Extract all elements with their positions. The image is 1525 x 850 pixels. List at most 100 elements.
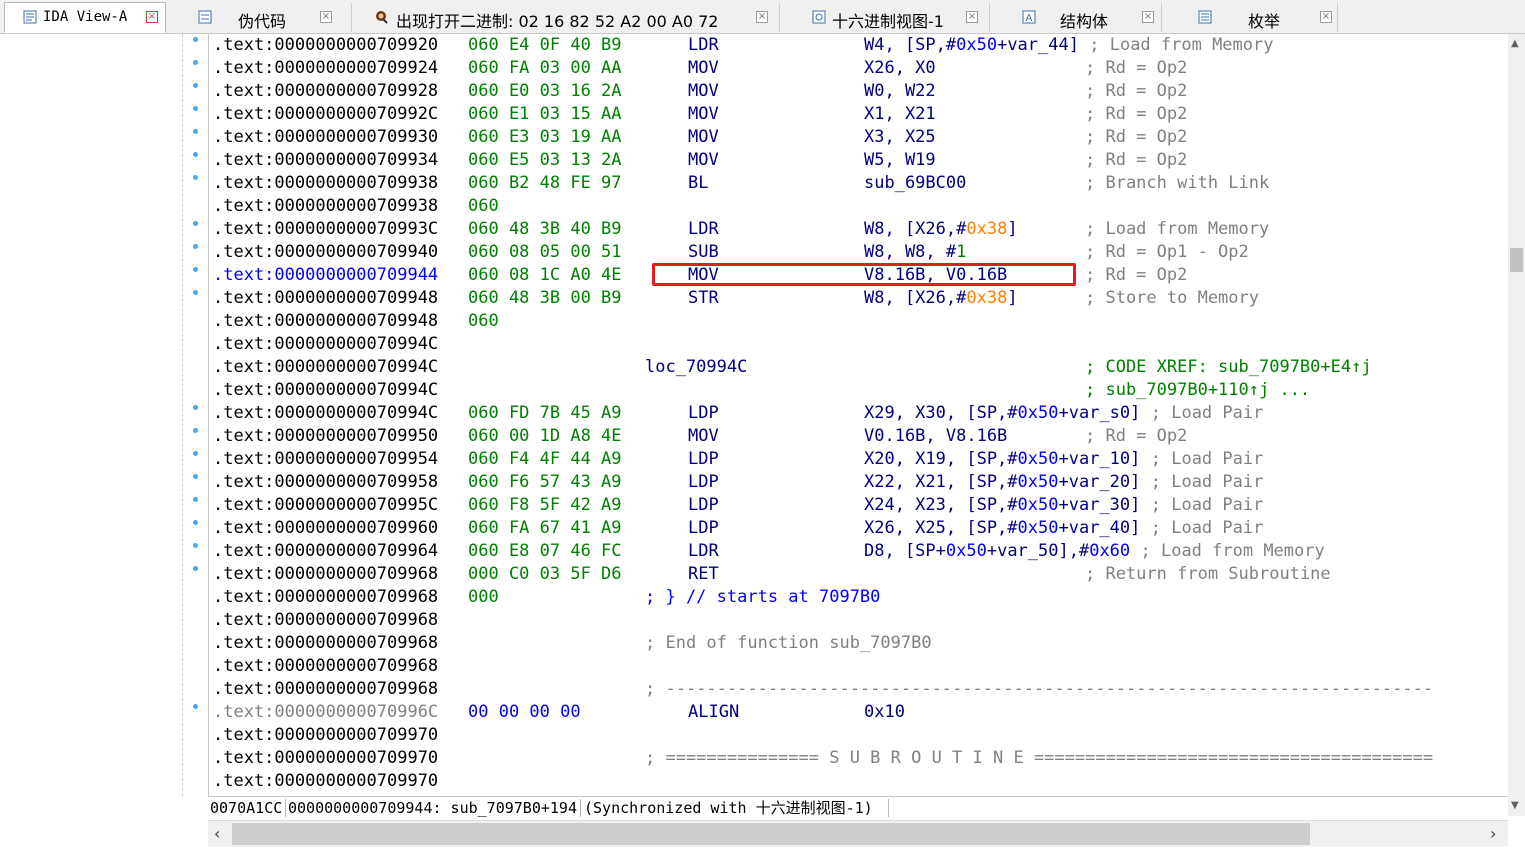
comment: ; Branch with Link — [1085, 173, 1270, 193]
mnemonic: MOV — [688, 81, 719, 101]
operands: sub_69BC00 — [864, 172, 966, 195]
address: .text:0000000000709948 — [213, 311, 439, 331]
mnemonic: STR — [688, 288, 719, 308]
opcode-bytes: 000 — [468, 587, 499, 607]
comment: ; Store to Memory — [1085, 288, 1259, 308]
close-icon[interactable]: × — [1320, 11, 1332, 23]
close-icon[interactable]: × — [1142, 11, 1154, 23]
mnemonic: MOV — [688, 426, 719, 446]
operands: X20, X19, [SP,#0x50+var_10] — [864, 448, 1140, 471]
scroll-up-icon[interactable]: ▲ — [1511, 38, 1519, 49]
scroll-down-icon[interactable]: ▼ — [1511, 800, 1519, 811]
operands: X1, X21 — [864, 103, 936, 126]
status-divider — [888, 799, 889, 817]
arrows-gutter — [182, 34, 209, 796]
address: .text:000000000070996C — [213, 702, 439, 722]
operands: V0.16B, V8.16B — [864, 425, 1007, 448]
tab-label: 十六进制视图-1 — [832, 12, 944, 31]
code-ref-dot-icon — [193, 129, 198, 134]
separator-comment: ; --------------------------------------… — [645, 679, 1434, 699]
operand-part: +var_20] — [1058, 472, 1141, 492]
vertical-scrollbar[interactable]: ▲ ▼ — [1508, 34, 1525, 816]
operand-part: +var_10] — [1058, 449, 1141, 469]
address: .text:0000000000709938 — [213, 173, 439, 193]
code-ref-dot-icon — [193, 221, 198, 226]
close-icon[interactable]: × — [146, 11, 158, 23]
address: .text:0000000000709968 — [213, 679, 439, 699]
mnemonic: LDP — [688, 449, 719, 469]
code-ref-dot-icon — [193, 106, 198, 111]
pseudocode-icon — [198, 10, 212, 24]
status-divider — [580, 799, 581, 817]
code-ref-dot-icon — [193, 244, 198, 249]
operand-part: X29, X30, [SP,# — [864, 403, 1018, 423]
code-ref-dot-icon — [193, 474, 198, 479]
operand-part: 0x38 — [966, 288, 1008, 308]
mnemonic: MOV — [688, 104, 719, 124]
close-icon[interactable]: × — [966, 11, 978, 23]
status-location: 0000000000709944: sub_7097B0+194 — [288, 799, 577, 817]
operand-part: W8, W8, # — [864, 242, 957, 262]
location-label: loc_70994C — [645, 357, 748, 377]
xref-comment: ; sub_7097B0+110↑j ... — [1085, 380, 1311, 400]
tab-pseudocode[interactable]: 伪代码 × — [180, 3, 352, 32]
operand-part: +var_44] — [997, 35, 1079, 55]
tab-label: 伪代码 — [238, 12, 287, 31]
operand-part: 0x38 — [966, 219, 1008, 239]
scroll-left-icon[interactable]: ‹ — [214, 824, 220, 843]
xref-comment: ; CODE XREF: sub_7097B0+E4↑j — [1085, 357, 1372, 377]
scroll-thumb[interactable] — [232, 823, 1310, 845]
operands: W5, W19 — [864, 149, 936, 172]
mnemonic: LDP — [688, 495, 719, 515]
address: .text:0000000000709940 — [213, 242, 439, 262]
opcode-bytes: 060 E5 03 13 2A — [468, 150, 622, 170]
close-icon[interactable]: × — [756, 11, 768, 23]
operand-part: 0x10 — [864, 702, 905, 722]
opcode-bytes: 060 E3 03 19 AA — [468, 127, 622, 147]
tab-ida-view-a[interactable]: IDA View-A × — [4, 2, 166, 33]
address: .text:0000000000709968 — [213, 633, 439, 653]
tab-hex-view[interactable]: 十六进制视图-1 × — [794, 3, 990, 32]
address: .text:000000000070994C — [213, 403, 439, 423]
operand-part: W8, [X26,# — [864, 219, 967, 239]
comment: ; Return from Subroutine — [1085, 564, 1331, 584]
operand-part: 0x50 — [945, 541, 987, 561]
tab-label: 结构体 — [1060, 12, 1109, 31]
address: .text:0000000000709960 — [213, 518, 439, 538]
comment: ; Load Pair — [1150, 495, 1264, 515]
address: .text:0000000000709950 — [213, 426, 439, 446]
mnemonic: LDP — [688, 403, 719, 423]
disassembly-listing[interactable]: .text:0000000000709920 060 E4 0F 40 B9 LDR… — [208, 34, 1509, 796]
address: .text:0000000000709970 — [213, 748, 439, 768]
opcode-bytes: 060 08 1C A0 4E — [468, 265, 622, 285]
operand-part: +var_50],# — [986, 541, 1090, 561]
scroll-right-icon[interactable]: › — [1490, 824, 1496, 843]
comment: ; Rd = Op2 — [1085, 58, 1188, 78]
address: .text:0000000000709920 — [213, 35, 439, 55]
tab-enums[interactable]: 枚举 × — [1180, 3, 1338, 32]
operand-part: 0x50 — [1017, 472, 1059, 492]
operand-part: X26, X0 — [864, 58, 936, 78]
opcode-bytes: 060 — [468, 196, 499, 216]
mnemonic: MOV — [688, 265, 719, 285]
scroll-thumb[interactable] — [1510, 248, 1523, 272]
operand-part: X20, X19, [SP,# — [864, 449, 1018, 469]
horizontal-scrollbar[interactable]: ‹ › — [208, 820, 1508, 847]
function-end-comment: ; } // starts at 7097B0 — [645, 587, 881, 607]
operand-part: W8, [X26,# — [864, 288, 967, 308]
operand-part: W4, [SP,# — [864, 35, 957, 55]
operands: W4, [SP,#0x50+var_44] — [864, 34, 1079, 57]
tab-search-result[interactable]: 出现打开二进制: 02 16 82 52 A2 00 A0 72 × — [352, 3, 780, 32]
operand-part: X1, X21 — [864, 104, 936, 124]
tab-structures[interactable]: A 结构体 × — [1004, 3, 1162, 32]
address: .text:0000000000709938 — [213, 196, 439, 216]
operands: X24, X23, [SP,#0x50+var_30] — [864, 494, 1140, 517]
address: .text:0000000000709928 — [213, 81, 439, 101]
mnemonic: MOV — [688, 127, 719, 147]
close-icon[interactable]: × — [320, 11, 332, 23]
mnemonic: ALIGN — [688, 702, 740, 722]
hex-view-icon — [812, 10, 826, 24]
opcode-bytes: 060 FA 03 00 AA — [468, 58, 622, 78]
address: .text:0000000000709968 — [213, 656, 439, 676]
address: .text:0000000000709964 — [213, 541, 439, 561]
